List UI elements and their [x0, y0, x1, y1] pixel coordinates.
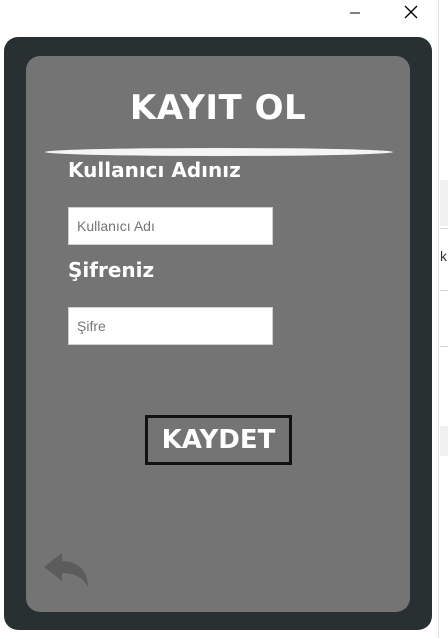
minimize-icon [350, 12, 360, 14]
minimize-button[interactable] [332, 0, 378, 24]
password-label: Şifreniz [68, 258, 155, 282]
background-line [440, 346, 448, 347]
save-button[interactable]: KAYDET [145, 415, 292, 465]
background-band [440, 426, 448, 456]
background-band [440, 180, 448, 226]
back-arrow-icon [44, 553, 88, 587]
page-title: KAYIT OL [129, 88, 307, 128]
title-divider [45, 148, 393, 156]
close-button[interactable] [388, 0, 434, 24]
background-line [440, 228, 448, 229]
register-window-frame: KAYIT OL Kullanıcı Adınız Şifreniz KAYDE… [4, 37, 432, 630]
background-window: k [438, 0, 448, 638]
username-label: Kullanıcı Adınız [68, 158, 241, 182]
background-text: k [440, 248, 447, 264]
password-input[interactable] [68, 307, 273, 345]
back-button[interactable] [40, 549, 92, 591]
close-icon [404, 5, 418, 19]
background-line [440, 290, 448, 291]
screen: k KAYIT OL Kullanıcı Adınız Şifreniz KAY… [0, 0, 448, 638]
username-input[interactable] [68, 207, 273, 245]
register-panel: KAYIT OL Kullanıcı Adınız Şifreniz KAYDE… [26, 56, 410, 612]
